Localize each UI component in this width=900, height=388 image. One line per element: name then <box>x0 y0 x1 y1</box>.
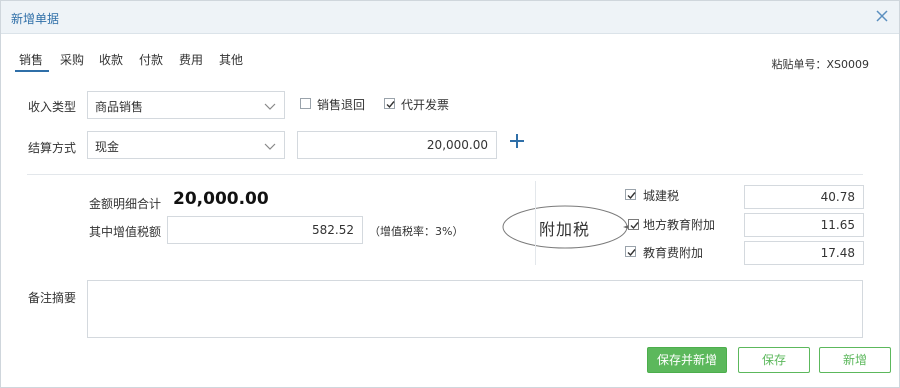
save-button[interactable]: 保存 <box>738 347 810 373</box>
settlement-value: 现金 <box>95 140 120 154</box>
new-document-dialog: 新增单据 销售 采购 收款 付款 费用 其他 粘贴单号：XS0009 收入类型 … <box>0 0 900 388</box>
urban-construction-tax-value: 40.78 <box>820 190 855 204</box>
vat-rate-text: （增值税率：3%） <box>369 225 464 238</box>
settlement-amount-value: 20,000.00 <box>426 138 488 152</box>
urban-construction-tax-label: 城建税 <box>643 189 680 203</box>
vat-amount-input[interactable]: 582.52 <box>167 216 363 244</box>
tab-sales[interactable]: 销售 <box>19 51 43 68</box>
education-surcharge-input[interactable]: 17.48 <box>744 241 864 265</box>
surtax-annotation-text: 附加税 <box>539 220 591 239</box>
surtax-annotation: 附加税 <box>501 203 633 251</box>
urban-construction-tax-checkbox[interactable] <box>625 189 636 200</box>
local-education-surcharge-label: 地方教育附加 <box>643 218 716 232</box>
save-and-new-button[interactable]: 保存并新增 <box>647 347 727 373</box>
new-button[interactable]: 新增 <box>819 347 891 373</box>
local-education-surcharge-input[interactable]: 11.65 <box>744 213 864 237</box>
urban-construction-tax-input[interactable]: 40.78 <box>744 185 864 209</box>
chevron-down-icon <box>264 141 276 151</box>
memo-textarea[interactable] <box>87 280 863 338</box>
sales-return-checkbox[interactable] <box>300 98 311 109</box>
settlement-label: 结算方式 <box>28 141 77 155</box>
dialog-title: 新增单据 <box>11 12 60 26</box>
income-type-select[interactable]: 商品销售 <box>87 91 285 119</box>
total-value: 20,000.00 <box>173 189 269 209</box>
vertical-divider <box>535 181 536 265</box>
education-surcharge-value: 17.48 <box>820 246 855 260</box>
dialog-titlebar: 新增单据 <box>1 1 899 34</box>
income-type-label: 收入类型 <box>28 100 77 114</box>
tab-purchase[interactable]: 采购 <box>60 51 84 68</box>
memo-label: 备注摘要 <box>28 291 77 305</box>
close-icon[interactable] <box>873 7 891 25</box>
tab-expense[interactable]: 费用 <box>179 51 203 68</box>
vat-label: 其中增值税额 <box>89 225 162 239</box>
tab-other[interactable]: 其他 <box>219 51 243 68</box>
invoice-agent-label: 代开发票 <box>401 98 450 112</box>
settlement-select[interactable]: 现金 <box>87 131 285 159</box>
chevron-down-icon <box>264 101 276 111</box>
section-divider <box>27 174 863 175</box>
active-tab-indicator <box>15 70 49 72</box>
income-type-value: 商品销售 <box>95 100 144 114</box>
paste-number: 粘贴单号：XS0009 <box>771 58 869 71</box>
tab-receipt[interactable]: 收款 <box>99 51 123 68</box>
total-label: 金额明细合计 <box>89 197 162 211</box>
education-surcharge-label: 教育费附加 <box>643 246 704 260</box>
education-surcharge-checkbox[interactable] <box>625 246 636 257</box>
local-education-surcharge-value: 11.65 <box>820 218 855 232</box>
local-education-surcharge-checkbox[interactable] <box>628 219 639 230</box>
invoice-agent-checkbox[interactable] <box>384 98 395 109</box>
vat-amount-value: 582.52 <box>312 223 354 237</box>
plus-icon[interactable] <box>509 133 525 149</box>
sales-return-label: 销售退回 <box>317 98 366 112</box>
settlement-amount-input[interactable]: 20,000.00 <box>297 131 497 159</box>
tab-payment[interactable]: 付款 <box>139 51 163 68</box>
